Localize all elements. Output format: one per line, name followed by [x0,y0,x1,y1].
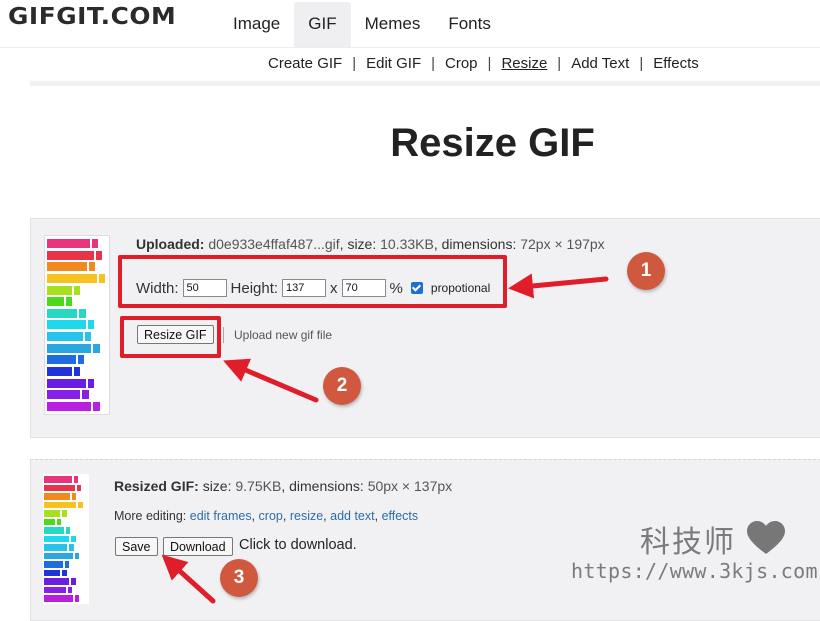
thumbnail-bar [44,484,89,492]
upload-new-gif-link[interactable]: Upload new gif file [234,328,332,342]
thumbnail-bar [47,378,109,388]
subnav-divider [30,81,820,86]
size-label: size: [202,478,232,494]
resized-gif-thumbnail [43,474,89,604]
thumbnail-bar [44,544,89,551]
highlight-box-dimensions [118,255,507,308]
page-title: Resize GIF [390,121,595,165]
thumbnail-bar [44,586,89,594]
thumbnail-bar [47,401,109,411]
nav-tab-gif[interactable]: GIF [294,2,351,47]
subnav-separator: | [487,55,492,72]
subnav-separator: | [639,55,644,72]
step-badge-1: 1 [627,252,665,290]
thumbnail-bar [44,518,89,526]
subnav-create-gif[interactable]: Create GIF [268,55,342,72]
link-resize[interactable]: resize [290,509,323,523]
thumbnail-bar [44,569,89,577]
thumbnail-bar [44,493,89,500]
heart-icon [747,521,785,554]
dimensions-label: dimensions: [441,236,517,252]
link-effects[interactable]: effects [382,509,419,523]
uploaded-label: Uploaded: [136,236,205,252]
uploaded-gif-thumbnail [44,235,110,415]
thumbnail-bar [47,355,109,365]
subnav-separator: | [557,55,562,72]
resized-label: Resized GIF: [114,478,199,494]
thumbnail-bar [47,273,109,283]
thumbnail-bar [44,501,89,509]
thumbnail-bar [44,595,89,602]
nav-tab-fonts[interactable]: Fonts [434,2,505,47]
more-editing-label: More editing: [114,509,187,523]
uploaded-filename: d0e933e4ffaf487...gif [208,236,340,252]
step-badge-3: 3 [220,559,258,597]
nav-tab-image[interactable]: Image [219,2,294,47]
thumbnail-bar [47,239,109,248]
subnav-add-text[interactable]: Add Text [571,55,629,72]
subnav-edit-gif[interactable]: Edit GIF [366,55,421,72]
thumbnail-bar [44,578,89,585]
download-button[interactable]: Download [163,537,233,556]
thumbnail-bar [44,510,89,517]
nav-tab-memes[interactable]: Memes [351,2,435,47]
link-edit-frames[interactable]: edit frames [190,509,252,523]
thumbnail-bar [47,320,109,330]
subnav-separator: | [352,55,357,72]
thumbnail-bar [47,332,109,342]
thumbnail-bar [47,343,109,353]
subnav-resize[interactable]: Resize [501,55,547,72]
thumbnail-bar [47,308,109,318]
top-header: GIFGIT.COM Image GIF Memes Fonts [0,0,820,48]
thumbnail-bar [47,367,109,377]
subnav-crop[interactable]: Crop [445,55,478,72]
more-editing: More editing: edit frames, crop, resize,… [114,509,419,523]
thumbnail-bar [44,527,89,534]
thumbnail-bar [47,297,109,307]
save-button[interactable]: Save [115,537,158,556]
subnav-separator: | [431,55,436,72]
uploaded-dimensions: 72px × 197px [520,236,605,252]
site-logo[interactable]: GIFGIT.COM [8,4,176,30]
watermark-title: 科技师 [640,525,736,560]
thumbnail-bar [47,285,109,295]
uploaded-size: 10.33KB [380,236,434,252]
thumbnail-bar [47,390,109,400]
link-crop[interactable]: crop [259,509,283,523]
thumbnail-bar [44,476,89,483]
thumbnail-bar [47,250,109,260]
divider [223,327,224,343]
resized-size: 9.75KB [235,478,282,494]
resized-dimensions: 50px × 137px [367,478,453,494]
download-hint: Click to download. [239,537,357,553]
link-add-text[interactable]: add text [330,509,374,523]
thumbnail-bar [47,262,109,272]
thumbnail-bar [44,561,89,568]
highlight-box-resize-button [120,316,221,358]
subnav-effects[interactable]: Effects [653,55,699,72]
main-nav: Image GIF Memes Fonts [219,2,505,47]
step-badge-2: 2 [323,367,361,405]
gif-tools-nav: Create GIF | Edit GIF | Crop | Resize | Add Text… [268,55,699,72]
dimensions-label: dimensions: [289,478,364,494]
resized-info: Resized GIF: size: 9.75KB, dimensions: 5… [114,478,453,494]
thumbnail-bar [44,535,89,543]
watermark-url: https://www.3kjs.com [571,559,818,583]
size-label: size: [347,236,377,252]
uploaded-info: Uploaded: d0e933e4ffaf487...gif, size: 1… [136,236,605,252]
thumbnail-bar [44,552,89,560]
